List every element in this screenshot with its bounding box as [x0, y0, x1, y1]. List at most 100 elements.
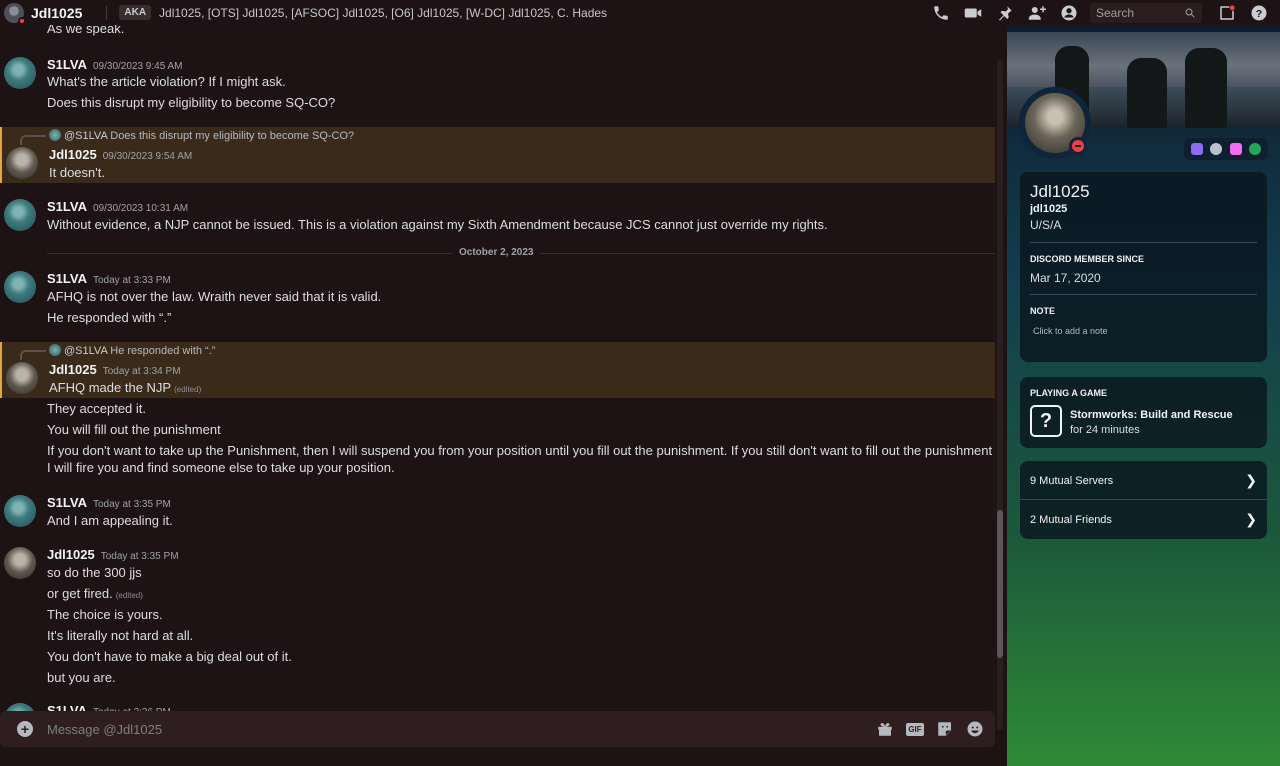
- message-text: Does this disrupt my eligibility to beco…: [47, 95, 336, 110]
- message-group: S1LVA Today at 3:33 PM AFHQ is not over t…: [0, 267, 995, 331]
- message-text: You don't have to make a big deal out of…: [47, 649, 292, 664]
- dm-avatar[interactable]: [4, 2, 26, 25]
- mutual-friends-button[interactable]: 2 Mutual Friends ❯: [1020, 500, 1267, 539]
- profile-handle[interactable]: jdl1025: [1030, 203, 1067, 215]
- dnd-status-icon: [1069, 137, 1087, 155]
- message-text: so do the 300 jjs: [47, 565, 142, 580]
- mutual-servers-button[interactable]: 9 Mutual Servers ❯: [1020, 461, 1267, 500]
- message-author[interactable]: Jdl1025 Today at 3:34 PM: [49, 362, 181, 377]
- profile-pronouns: U/S/A: [1030, 218, 1062, 232]
- message-text: You will fill out the punishment: [47, 422, 221, 437]
- user-avatar[interactable]: [4, 57, 36, 89]
- member-since-label: DISCORD MEMBER SINCE: [1030, 254, 1145, 264]
- message-text: It's literally not hard at all.: [47, 628, 194, 643]
- legacy-username-badge-icon[interactable]: [1249, 143, 1262, 155]
- user-avatar[interactable]: [6, 147, 38, 179]
- user-avatar[interactable]: [4, 547, 36, 579]
- message-group: Jdl1025 Today at 3:35 PM so do the 300 jj…: [0, 543, 995, 693]
- chat-scrollbar[interactable]: [997, 60, 1003, 730]
- member-since-date: Mar 17, 2020: [1030, 271, 1101, 285]
- message-text: or get fired. (edited): [47, 586, 143, 601]
- user-avatar[interactable]: [6, 362, 38, 394]
- profile-toggle-icon[interactable]: [1058, 2, 1080, 24]
- svg-text:?: ?: [1256, 7, 1262, 19]
- reply-connector: [20, 135, 46, 145]
- chat-area: As we speak. S1LVA 09/30/2023 9:45 AM Wha…: [0, 25, 1007, 766]
- message-author[interactable]: S1LVA Today at 3:35 PM: [47, 495, 171, 510]
- sticker-icon[interactable]: [935, 719, 955, 739]
- mutuals-card: 9 Mutual Servers ❯ 2 Mutual Friends ❯: [1020, 461, 1267, 539]
- gift-icon[interactable]: [875, 719, 895, 739]
- note-label: NOTE: [1030, 306, 1056, 316]
- message-text: AFHQ is not over the law. Wraith never s…: [47, 289, 382, 304]
- message-author[interactable]: S1LVA 09/30/2023 9:45 AM: [47, 57, 183, 72]
- user-avatar[interactable]: [4, 495, 36, 527]
- emoji-icon[interactable]: [965, 719, 985, 739]
- message-text: He responded with “.”: [47, 310, 172, 325]
- message-text: Without evidence, a NJP cannot be issued…: [47, 217, 828, 232]
- message-group-highlighted: @S1LVA Does this disrupt my eligibility …: [0, 127, 995, 183]
- nitro-badge-icon[interactable]: [1190, 143, 1203, 155]
- pin-icon[interactable]: [994, 2, 1016, 24]
- message-timestamp: 09/30/2023 9:45 AM: [92, 61, 183, 72]
- message-group-highlighted: @S1LVA He responded with “.” Jdl1025 Toda…: [0, 342, 995, 398]
- video-call-icon[interactable]: [962, 2, 984, 24]
- game-name: Stormworks: Build and Rescue: [1070, 409, 1233, 421]
- mutual-friends-label: 2 Mutual Friends: [1030, 513, 1112, 526]
- title-bar: Jdl1025 AKA Jdl1025, [OTS] Jdl1025, [AFS…: [0, 0, 1280, 25]
- activity-label: PLAYING A GAME: [1030, 388, 1108, 398]
- upload-plus-icon[interactable]: +: [17, 721, 33, 737]
- activity-card: PLAYING A GAME ? Stormworks: Build and R…: [1020, 377, 1267, 448]
- message-timestamp: 09/30/2023 10:31 AM: [92, 203, 189, 214]
- message-timestamp: Today at 3:33 PM: [92, 275, 171, 286]
- hypesquad-badge-icon[interactable]: [1229, 143, 1242, 155]
- inbox-icon[interactable]: [1216, 2, 1238, 24]
- chevron-right-icon: ❯: [1245, 472, 1257, 488]
- message-timestamp: Today at 3:35 PM: [92, 499, 171, 510]
- partial-message-text: As we speak.: [47, 25, 125, 36]
- add-friend-icon[interactable]: [1026, 2, 1048, 24]
- message-group: S1LVA Today at 3:35 PM And I am appealing…: [0, 491, 995, 535]
- note-input[interactable]: Click to add a note: [1033, 326, 1108, 336]
- boost-badge-icon[interactable]: [1210, 143, 1223, 155]
- message-text: It doesn't.: [49, 165, 105, 180]
- user-avatar[interactable]: [4, 199, 36, 231]
- reply-avatar: [49, 129, 61, 141]
- message-text: The choice is yours.: [47, 607, 163, 622]
- reply-connector: [20, 350, 46, 360]
- reply-preview[interactable]: @S1LVA Does this disrupt my eligibility …: [49, 129, 354, 142]
- message-group: S1LVA 09/30/2023 9:45 AM What's the artic…: [0, 51, 995, 115]
- profile-badges: [1184, 138, 1268, 160]
- message-author[interactable]: S1LVA Today at 3:33 PM: [47, 271, 171, 286]
- message-author[interactable]: Jdl1025 09/30/2023 9:54 AM: [49, 147, 192, 162]
- edited-label: (edited): [115, 591, 143, 600]
- message-text: I will fire you and find someone else to…: [47, 460, 395, 475]
- message-text: And I am appealing it.: [47, 513, 173, 528]
- user-avatar[interactable]: [4, 271, 36, 303]
- message-text: AFHQ made the NJP (edited): [49, 380, 202, 395]
- message-author[interactable]: S1LVA 09/30/2023 10:31 AM: [47, 199, 188, 214]
- voice-call-icon[interactable]: [930, 2, 952, 24]
- message-input[interactable]: Message @Jdl1025: [47, 722, 865, 737]
- game-unknown-icon: ?: [1030, 405, 1062, 437]
- message-timestamp: Today at 3:34 PM: [102, 366, 181, 377]
- reply-preview[interactable]: @S1LVA He responded with “.”: [49, 344, 215, 357]
- message-composer[interactable]: + Message @Jdl1025 GIF: [0, 711, 995, 747]
- gif-label: GIF: [906, 722, 924, 736]
- aka-names: Jdl1025, [OTS] Jdl1025, [AFSOC] Jdl1025,…: [159, 5, 608, 20]
- aka-badge: AKA: [119, 5, 152, 20]
- header-divider: [106, 5, 108, 20]
- dm-username[interactable]: Jdl1025: [31, 5, 82, 21]
- user-profile-panel: Jdl1025 jdl1025 U/S/A DISCORD MEMBER SIN…: [1007, 25, 1280, 766]
- divider: [1030, 294, 1257, 295]
- scrollbar-thumb[interactable]: [997, 510, 1003, 658]
- gif-button[interactable]: GIF: [905, 719, 925, 739]
- divider: [1030, 242, 1257, 243]
- message-author[interactable]: Jdl1025 Today at 3:35 PM: [47, 547, 179, 562]
- mutual-servers-label: 9 Mutual Servers: [1030, 474, 1114, 487]
- game-duration: for 24 minutes: [1070, 424, 1140, 436]
- search-input[interactable]: Search: [1090, 2, 1202, 23]
- help-icon[interactable]: ?: [1248, 2, 1270, 24]
- reply-avatar: [49, 344, 61, 356]
- message-text: They accepted it.: [47, 401, 146, 416]
